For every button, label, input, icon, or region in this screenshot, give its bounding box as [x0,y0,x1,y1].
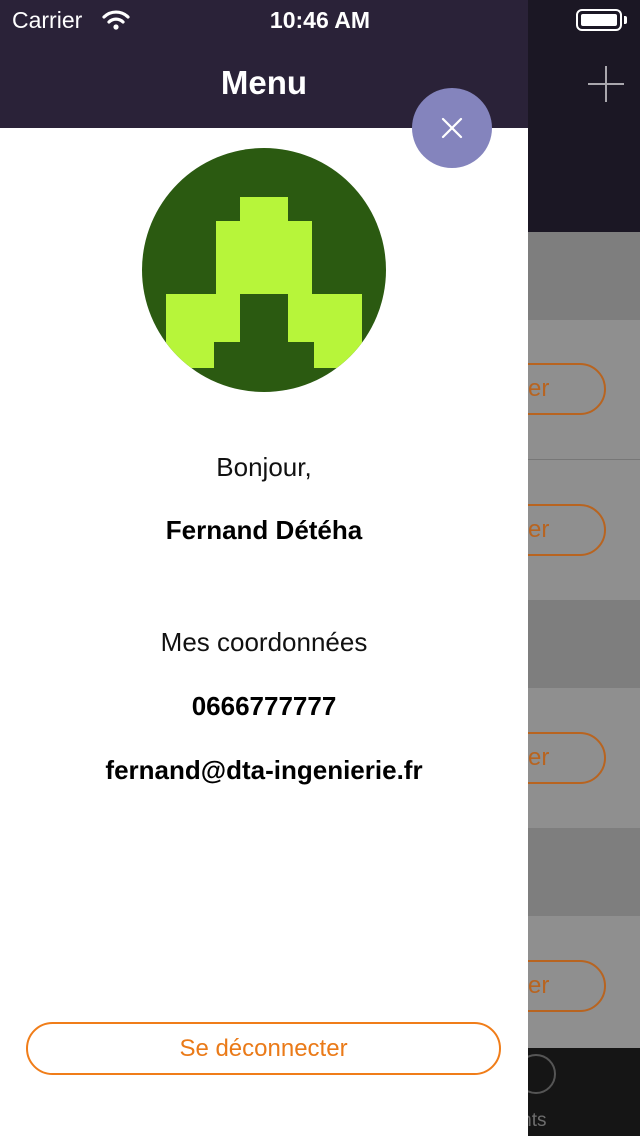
phone-number: 0666777777 [191,691,337,721]
email-address: fernand@dta-ingenierie.fr [105,755,423,785]
avatar-identicon-block [288,294,362,342]
status-bar: Carrier 10:46 AM [0,0,640,40]
greeting-text: Bonjour, [216,452,312,482]
background-section-header [528,600,640,688]
contact-section-title: Mes coordonnées [160,627,368,657]
close-icon [441,117,463,139]
background-section-header [528,828,640,916]
side-menu-drawer: Menu Bonjour, Fernand Détéha Mes coordon… [0,0,528,1136]
logout-button[interactable]: Se déconnecter [26,1022,501,1075]
status-time: 10:46 AM [269,7,371,33]
plus-icon[interactable] [584,62,628,106]
avatar-identicon-block [216,221,312,294]
avatar [142,148,386,392]
avatar-identicon-block [166,342,214,368]
avatar-identicon-block [240,197,288,221]
avatar-identicon-block [314,342,362,368]
user-name: Fernand Détéha [165,515,363,545]
close-button[interactable] [412,88,492,168]
background-section-header [528,232,640,320]
battery-icon [576,9,622,31]
battery-tip [624,16,627,24]
avatar-identicon-block [166,294,240,342]
